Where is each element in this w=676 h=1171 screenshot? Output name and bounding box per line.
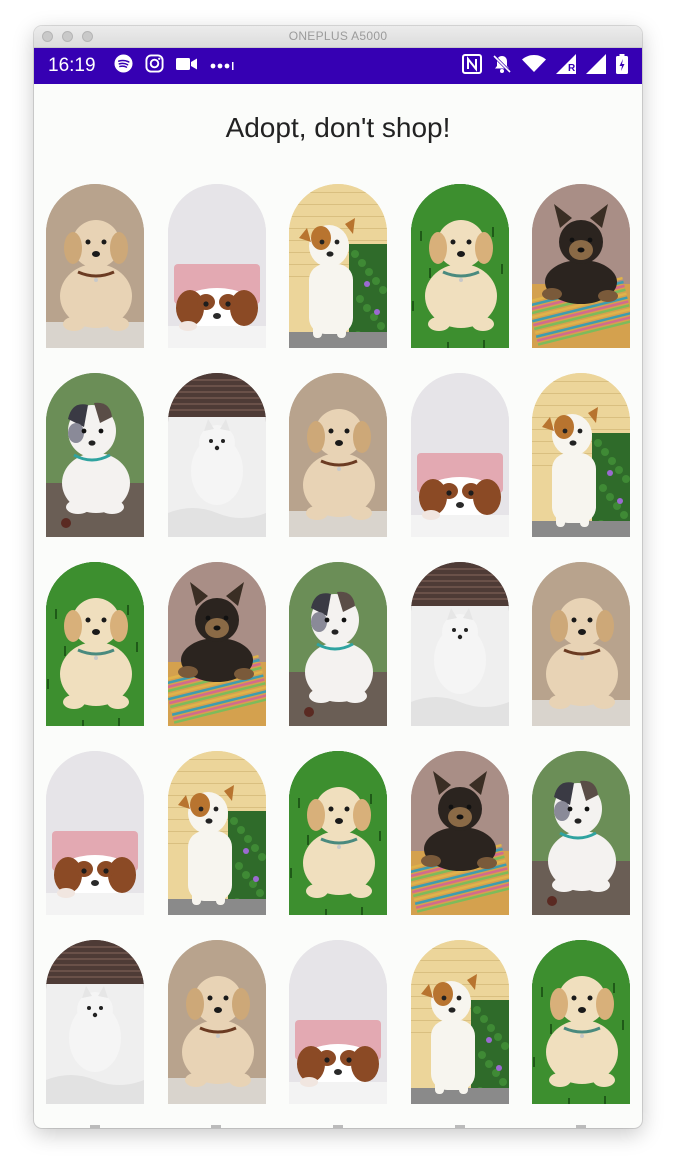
puppy-photo-card[interactable] <box>532 751 630 915</box>
puppy-photo <box>532 373 630 537</box>
puppy-photo <box>410 562 509 726</box>
video-icon <box>176 57 198 76</box>
puppy-photo-card[interactable] <box>167 562 266 726</box>
spotify-icon <box>114 54 133 78</box>
puppy-photo-card[interactable] <box>167 751 266 915</box>
puppy-photo <box>167 751 266 915</box>
puppy-photo-card[interactable] <box>289 940 387 1104</box>
notifications-off-icon <box>492 54 512 79</box>
puppy-photo-card[interactable] <box>46 562 144 726</box>
navigation-hint <box>34 1122 642 1128</box>
android-status-bar: 16:19 R <box>34 48 642 84</box>
puppy-photo <box>532 184 630 348</box>
puppy-photo <box>46 940 144 1104</box>
puppy-photo-card[interactable] <box>532 562 630 726</box>
puppy-photo <box>46 562 144 726</box>
puppy-photo-card[interactable] <box>410 751 509 915</box>
puppy-photo-card[interactable] <box>532 184 630 348</box>
puppy-photo-card[interactable] <box>46 184 144 348</box>
battery-charging-icon <box>616 53 628 79</box>
page-title: Adopt, don't shop! <box>225 112 451 143</box>
puppy-photo <box>167 184 266 348</box>
puppy-photo-card[interactable] <box>289 373 387 537</box>
screen-content: Adopt, don't shop! <box>34 84 642 1128</box>
puppy-photo <box>289 751 387 915</box>
puppy-photo <box>46 184 144 348</box>
wifi-icon <box>522 54 546 78</box>
roaming-label: R <box>568 62 576 74</box>
puppy-photo <box>289 373 387 537</box>
puppy-photo-card[interactable] <box>167 184 266 348</box>
puppy-photo-card[interactable] <box>46 751 144 915</box>
puppy-photo <box>289 184 387 348</box>
more-dots-icon <box>210 57 234 75</box>
puppy-photo-card[interactable] <box>289 184 387 348</box>
puppy-photo-card[interactable] <box>46 373 144 537</box>
puppy-photo-card[interactable] <box>410 184 509 348</box>
puppy-photo-card[interactable] <box>410 940 509 1104</box>
window-titlebar: ONEPLUS A5000 <box>34 26 642 48</box>
puppy-photo <box>46 373 144 537</box>
puppy-photo-card[interactable] <box>532 940 630 1104</box>
puppy-photo <box>532 751 630 915</box>
puppy-photo-card[interactable] <box>289 562 387 726</box>
nfc-icon <box>462 53 482 79</box>
puppy-photo-card[interactable] <box>410 373 509 537</box>
puppy-grid <box>46 184 630 1104</box>
puppy-photo-card[interactable] <box>167 940 266 1104</box>
puppy-photo <box>46 751 144 915</box>
puppy-photo-card[interactable] <box>167 373 266 537</box>
puppy-photo <box>289 940 387 1104</box>
puppy-photo <box>289 562 387 726</box>
puppy-photo <box>532 562 630 726</box>
puppy-photo <box>167 562 266 726</box>
signal-roaming-icon: R <box>556 53 576 79</box>
signal-icon <box>586 53 606 79</box>
puppy-photo <box>410 184 509 348</box>
puppy-photo-card[interactable] <box>46 940 144 1104</box>
puppy-photo <box>410 751 509 915</box>
puppy-photo <box>532 940 630 1104</box>
puppy-photo <box>167 940 266 1104</box>
puppy-photo <box>167 373 266 537</box>
app-window: ONEPLUS A5000 16:19 R Adopt, don't shop! <box>34 26 642 1128</box>
instagram-icon <box>145 54 164 78</box>
puppy-photo <box>410 940 509 1104</box>
window-title: ONEPLUS A5000 <box>288 29 388 43</box>
puppy-photo-card[interactable] <box>532 373 630 537</box>
status-time: 16:19 <box>48 55 96 76</box>
puppy-photo <box>410 373 509 537</box>
puppy-photo-card[interactable] <box>289 751 387 915</box>
puppy-photo-card[interactable] <box>410 562 509 726</box>
